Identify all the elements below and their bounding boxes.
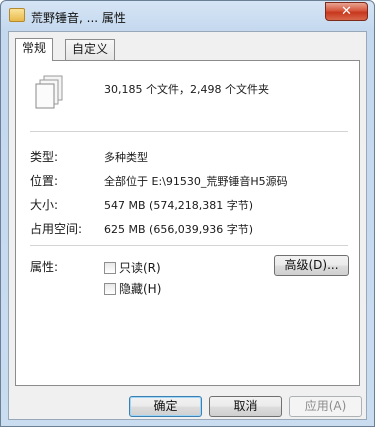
cancel-button[interactable]: 取消 (209, 396, 282, 417)
readonly-label: 只读(R) (119, 261, 161, 275)
folder-icon (9, 8, 25, 22)
type-value: 多种类型 (104, 151, 148, 164)
hidden-label: 隐藏(H) (119, 282, 162, 296)
type-label: 类型: (30, 150, 59, 164)
documents-icon (35, 75, 63, 109)
properties-window: 荒野锤音, ... 属性 ✕ 常规 自定义 30,185 个文件，2,498 个… (0, 0, 375, 427)
dialog-client-area: 常规 自定义 30,185 个文件，2,498 个文件夹 类型: 多种类型 位置… (8, 31, 367, 420)
hidden-checkbox[interactable] (104, 283, 116, 295)
close-button[interactable]: ✕ (325, 2, 368, 21)
advanced-button[interactable]: 高级(D)... (274, 255, 349, 276)
window-title: 荒野锤音, ... 属性 (31, 11, 126, 25)
size-value: 547 MB (574,218,381 字节) (104, 199, 254, 212)
general-panel: 30,185 个文件，2,498 个文件夹 类型: 多种类型 位置: 全部位于 … (15, 60, 360, 386)
tab-general[interactable]: 常规 (15, 38, 54, 61)
separator (30, 245, 348, 246)
size-on-disk-value: 625 MB (656,039,936 字节) (104, 223, 254, 236)
hidden-checkbox-row[interactable]: 隐藏(H) (104, 280, 161, 297)
separator (30, 131, 348, 132)
location-value: 全部位于 E:\91530_荒野锤音H5源码 (104, 175, 288, 188)
attributes-label: 属性: (30, 260, 59, 274)
location-label: 位置: (30, 174, 59, 188)
title-bar[interactable]: 荒野锤音, ... 属性 ✕ (1, 1, 374, 31)
size-label: 大小: (30, 198, 59, 212)
tab-custom[interactable]: 自定义 (65, 39, 116, 60)
selection-summary: 30,185 个文件，2,498 个文件夹 (104, 83, 269, 96)
ok-button[interactable]: 确定 (129, 396, 202, 417)
readonly-checkbox-row[interactable]: 只读(R) (104, 259, 161, 276)
size-on-disk-label: 占用空间: (30, 222, 83, 236)
readonly-checkbox[interactable] (104, 262, 116, 274)
apply-button: 应用(A) (289, 396, 362, 417)
